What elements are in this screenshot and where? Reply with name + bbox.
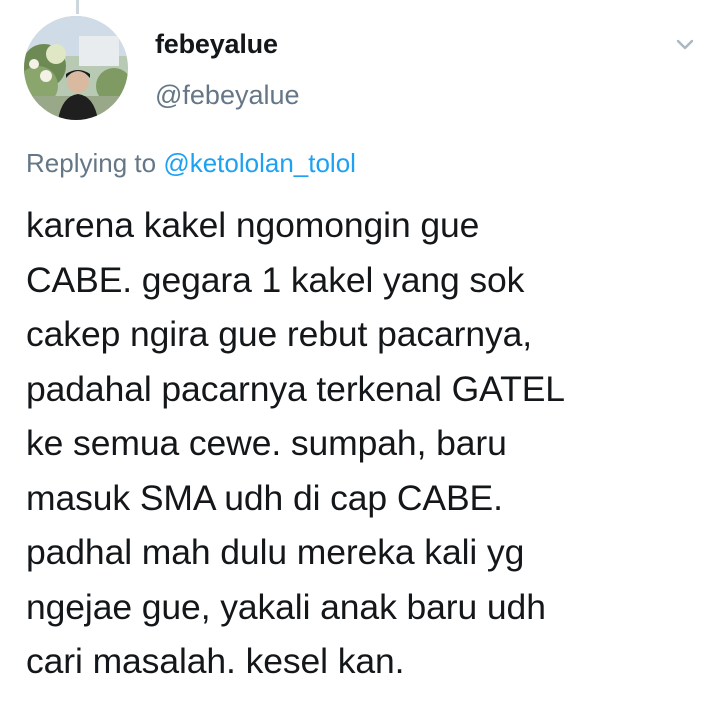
- tweet-text: karena kakel ngomongin gue CABE. gegara …: [26, 198, 696, 689]
- tweet-text-line: cari masalah. kesel kan.: [26, 641, 405, 681]
- avatar-photo: [24, 16, 128, 120]
- reply-target-link[interactable]: @ketololan_tolol: [163, 148, 356, 178]
- tweet-text-line: padhal mah dulu mereka kali yg: [26, 532, 525, 572]
- replying-to-line: Replying to @ketololan_tolol: [26, 148, 356, 179]
- tweet-text-line: ke semua cewe. sumpah, baru: [26, 423, 507, 463]
- thread-connector-line: [76, 0, 79, 14]
- tweet-text-line: karena kakel ngomongin gue: [26, 205, 480, 245]
- author-display-name[interactable]: febeyalue: [155, 29, 278, 60]
- chevron-down-icon[interactable]: [670, 30, 700, 60]
- tweet-text-line: CABE. gegara 1 kakel yang sok: [26, 259, 525, 300]
- replying-to-label: Replying to: [26, 148, 157, 178]
- tweet-text-line: cakep ngira gue rebut pacarnya,: [26, 314, 533, 354]
- avatar[interactable]: [24, 16, 128, 120]
- author-handle[interactable]: @febeyalue: [155, 80, 300, 111]
- tweet-text-line: padahal pacarnya terkenal GATEL: [26, 368, 565, 409]
- tweet-text-line: ngejae gue, yakali anak baru udh: [26, 586, 546, 627]
- tweet-text-line: masuk SMA udh di cap CABE.: [26, 477, 503, 518]
